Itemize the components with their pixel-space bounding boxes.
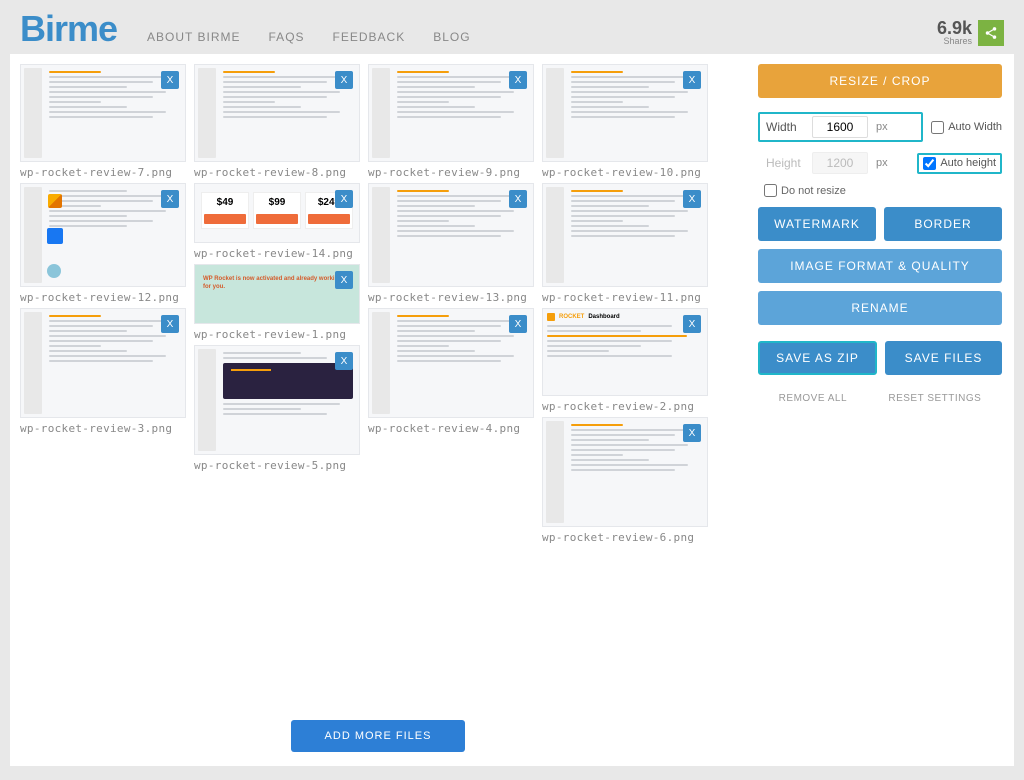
thumbnail-image[interactable]: X [20,64,186,162]
thumbnail: Xwp-rocket-review-12.png [20,183,186,304]
thumbnail-image[interactable]: ROCKET DashboardX [542,308,708,396]
thumbnail-image[interactable]: WP Rocket is now activated and already w… [194,264,360,324]
add-more-files-button[interactable]: ADD MORE FILES [291,720,466,752]
nav-feedback[interactable]: FEEDBACK [333,30,406,44]
close-icon[interactable]: X [509,190,527,208]
height-group: Height px [758,148,909,178]
thumbnail-image[interactable]: X [20,308,186,418]
auto-height-checkbox[interactable]: Auto height [917,153,1002,174]
thumbnail-image[interactable]: X [368,64,534,162]
close-icon[interactable]: X [161,315,179,333]
close-icon[interactable]: X [509,71,527,89]
thumbnail: Xwp-rocket-review-10.png [542,64,708,179]
close-icon[interactable]: X [683,71,701,89]
thumbnail-caption: wp-rocket-review-10.png [542,166,708,179]
width-label: Width [766,120,812,134]
gallery: Xwp-rocket-review-7.pngXwp-rocket-review… [10,54,746,766]
close-icon[interactable]: X [335,352,353,370]
close-icon[interactable]: X [335,190,353,208]
thumbnail-image[interactable]: X [194,64,360,162]
thumbnail: Xwp-rocket-review-4.png [368,308,534,435]
shares-box: 6.9k Shares [937,19,1004,50]
logo[interactable]: Birme [20,8,117,50]
thumbnail-image[interactable]: X [368,183,534,287]
sidebar: RESIZE / CROP Width px Auto Width Height… [746,54,1014,766]
close-icon[interactable]: X [509,315,527,333]
thumbnail-caption: wp-rocket-review-1.png [194,328,360,341]
auto-width-checkbox[interactable]: Auto Width [931,121,1002,134]
resize-crop-button[interactable]: RESIZE / CROP [758,64,1002,98]
px-label-2: px [868,157,888,169]
shares-count: 6.9k [937,19,972,37]
close-icon[interactable]: X [683,190,701,208]
thumbnail: Xwp-rocket-review-11.png [542,183,708,304]
thumbnail-caption: wp-rocket-review-7.png [20,166,186,179]
thumbnail: Xwp-rocket-review-3.png [20,308,186,435]
thumbnail-caption: wp-rocket-review-13.png [368,291,534,304]
thumbnail: Xwp-rocket-review-7.png [20,64,186,179]
height-label: Height [766,156,812,170]
px-label: px [868,121,888,133]
close-icon[interactable]: X [161,71,179,89]
remove-all-link[interactable]: REMOVE ALL [779,393,847,404]
thumbnail-caption: wp-rocket-review-12.png [20,291,186,304]
watermark-button[interactable]: WATERMARK [758,207,876,241]
share-icon[interactable] [978,20,1004,46]
thumbnail-caption: wp-rocket-review-8.png [194,166,360,179]
thumbnail-caption: wp-rocket-review-3.png [20,422,186,435]
thumbnail-image[interactable]: X [542,183,708,287]
rename-button[interactable]: RENAME [758,291,1002,325]
thumbnail: Xwp-rocket-review-13.png [368,183,534,304]
width-input[interactable] [812,116,868,138]
thumbnail: Xwp-rocket-review-9.png [368,64,534,179]
thumbnail-caption: wp-rocket-review-11.png [542,291,708,304]
do-not-resize-checkbox[interactable]: Do not resize [764,184,1002,197]
thumbnail-image[interactable]: X [20,183,186,287]
border-button[interactable]: BORDER [884,207,1002,241]
thumbnail-caption: wp-rocket-review-5.png [194,459,360,472]
thumbnail: $49 $99 $249 X wp-rocket-review-14.png [194,183,360,260]
header: Birme ABOUT BIRME FAQS FEEDBACK BLOG 6.9… [0,0,1024,54]
main: Xwp-rocket-review-7.pngXwp-rocket-review… [10,54,1014,766]
thumbnail-caption: wp-rocket-review-9.png [368,166,534,179]
thumbnail: Xwp-rocket-review-5.png [194,345,360,472]
image-format-button[interactable]: IMAGE FORMAT & QUALITY [758,249,1002,283]
thumbnail-caption: wp-rocket-review-4.png [368,422,534,435]
thumbnail: Xwp-rocket-review-6.png [542,417,708,544]
height-input[interactable] [812,152,868,174]
close-icon[interactable]: X [161,190,179,208]
thumbnail-image[interactable]: $49 $99 $249 X [194,183,360,243]
nav-about[interactable]: ABOUT BIRME [147,30,240,44]
nav-blog[interactable]: BLOG [433,30,470,44]
close-icon[interactable]: X [683,424,701,442]
thumbnail-image[interactable]: X [542,64,708,162]
thumbnail-image[interactable]: X [194,345,360,455]
thumbnail: Xwp-rocket-review-8.png [194,64,360,179]
nav-faqs[interactable]: FAQS [269,30,305,44]
close-icon[interactable]: X [335,71,353,89]
thumbnail-caption: wp-rocket-review-14.png [194,247,360,260]
thumbnail-caption: wp-rocket-review-2.png [542,400,708,413]
nav: ABOUT BIRME FAQS FEEDBACK BLOG [147,30,471,50]
thumbnail-image[interactable]: X [542,417,708,527]
close-icon[interactable]: X [335,271,353,289]
save-files-button[interactable]: SAVE FILES [885,341,1002,375]
thumbnail-image[interactable]: X [368,308,534,418]
thumbnail-caption: wp-rocket-review-6.png [542,531,708,544]
close-icon[interactable]: X [683,315,701,333]
thumbnail: WP Rocket is now activated and already w… [194,264,360,341]
shares-label: Shares [937,37,972,46]
width-group: Width px [758,112,923,142]
reset-settings-link[interactable]: RESET SETTINGS [888,393,981,404]
thumbnail: ROCKET DashboardX wp-rocket-review-2.png [542,308,708,413]
save-as-zip-button[interactable]: SAVE AS ZIP [758,341,877,375]
